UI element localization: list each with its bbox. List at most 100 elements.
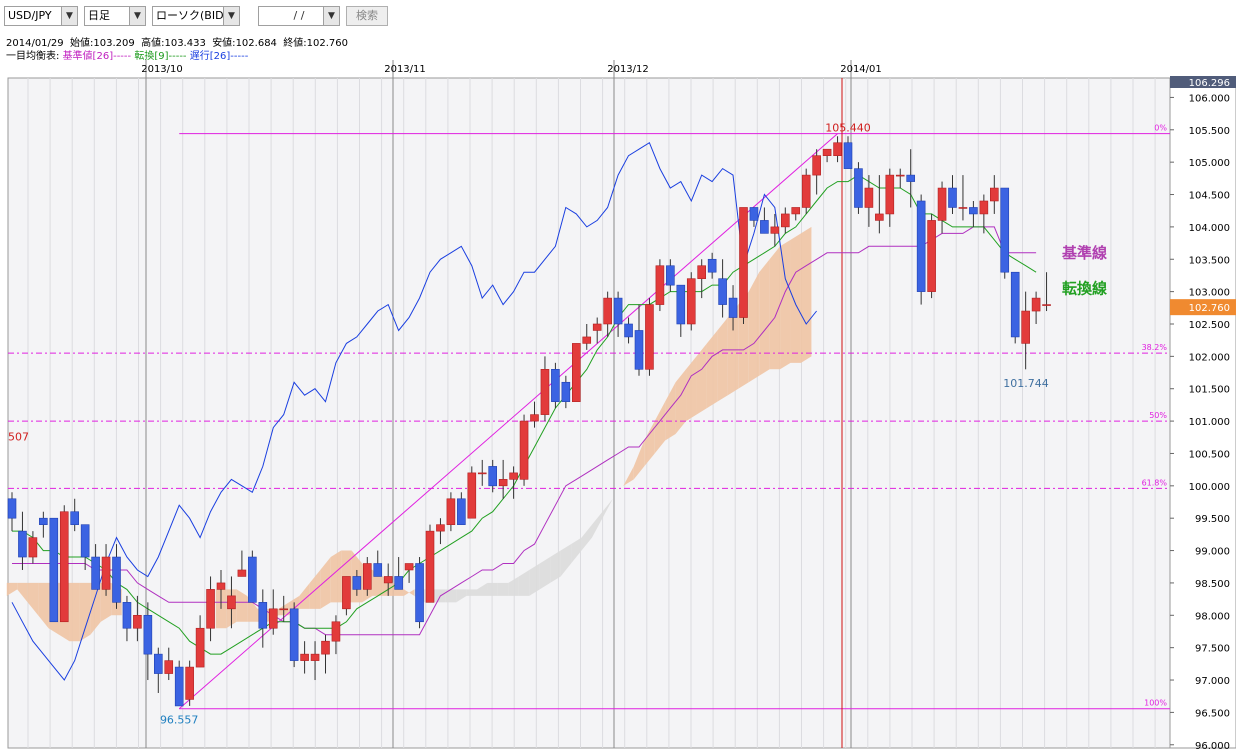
y-tick-label: 99.500 — [1195, 514, 1230, 525]
left-edge-label: 507 — [8, 431, 29, 444]
candle-up — [571, 343, 581, 402]
candle-up — [195, 627, 205, 668]
candle-up — [1021, 310, 1030, 344]
candle-down — [728, 297, 738, 318]
candle-down — [122, 602, 132, 629]
y-tick-label: 96.000 — [1195, 741, 1230, 751]
month-label: 2014/01 — [840, 64, 882, 75]
candle-down — [488, 466, 498, 487]
symbol-value: USD/JPY — [8, 9, 52, 22]
search-button[interactable]: 検索 — [346, 6, 388, 26]
chevron-down-icon[interactable]: ▼ — [129, 7, 145, 25]
y-tick-label: 104.500 — [1189, 191, 1230, 202]
candle-down — [289, 608, 299, 661]
candle-up — [237, 569, 247, 577]
candle-up — [979, 200, 989, 215]
candle-down — [154, 653, 163, 674]
candle-down — [969, 207, 978, 215]
ichimoku-chart[interactable]: 2013/10 2013/11 2013/12 2014/01 0% 38.2% 50% 61… — [0, 60, 1236, 752]
candle-up — [383, 576, 393, 584]
candle-up — [801, 174, 811, 208]
candle-down — [707, 258, 717, 273]
candle-down — [394, 576, 403, 590]
chart-type-select[interactable]: ローソク(BID) ▼ — [152, 6, 240, 26]
fib-level-label: 50% — [1149, 411, 1167, 420]
y-tick-label: 103.500 — [1189, 255, 1230, 266]
y-tick-label: 106.000 — [1189, 93, 1230, 104]
y-tick-label: 100.000 — [1189, 482, 1230, 493]
candle-down — [248, 556, 257, 603]
candle-up — [300, 653, 309, 661]
candle-up — [164, 660, 174, 674]
candle-up — [655, 265, 665, 305]
kumo-cloud-bull — [706, 330, 718, 409]
kumo-cloud-bull — [717, 317, 728, 402]
candle-down — [1010, 271, 1020, 338]
candle-up — [686, 278, 696, 325]
kumo-cloud-bull — [759, 259, 770, 376]
candle-up — [592, 323, 602, 331]
fib-level-label: 61.8% — [1142, 478, 1168, 487]
candle-up — [404, 563, 414, 571]
chart-area[interactable]: 2013/10 2013/11 2013/12 2014/01 0% 38.2% 50% 61… — [0, 60, 1236, 752]
symbol-select[interactable]: USD/JPY ▼ — [4, 6, 78, 26]
timeframe-select[interactable]: 日足 ▼ — [84, 6, 146, 26]
candle-down — [634, 330, 644, 370]
kijun-line-label: 基準線 — [1061, 244, 1107, 262]
candle-down — [613, 297, 623, 325]
candle-down — [174, 666, 184, 707]
candle-down — [948, 187, 957, 208]
kumo-cloud-bear — [487, 582, 498, 596]
candle-down — [373, 563, 383, 577]
candle-down — [561, 381, 571, 402]
candle-up — [697, 265, 707, 279]
candle-up — [645, 304, 654, 370]
candle-up — [227, 595, 236, 610]
low-annotation: 96.557 — [160, 714, 199, 727]
candle-up — [770, 226, 780, 234]
kumo-cloud-bear — [497, 582, 509, 596]
y-tick-label: 99.000 — [1195, 547, 1230, 558]
month-label: 2013/10 — [141, 64, 183, 75]
chevron-down-icon[interactable]: ▼ — [323, 7, 339, 25]
y-tick-label: 103.000 — [1189, 288, 1230, 299]
candle-down — [352, 576, 362, 590]
candle-up — [477, 472, 487, 475]
candle-up — [216, 582, 226, 590]
timeframe-value: 日足 — [88, 9, 110, 22]
kumo-cloud-bull — [748, 272, 760, 383]
candle-up — [268, 608, 278, 629]
kumo-cloud-bull — [69, 582, 80, 642]
candle-up — [185, 666, 194, 700]
candle-up — [28, 537, 38, 558]
candle-up — [206, 589, 215, 629]
candle-up — [321, 640, 330, 655]
month-label: 2013/12 — [607, 64, 649, 75]
y-tick-label: 98.000 — [1195, 611, 1230, 622]
candle-up — [436, 524, 445, 532]
chevron-down-icon[interactable]: ▼ — [61, 7, 77, 25]
current-price-label: 102.760 — [1189, 303, 1230, 314]
candle-up — [780, 213, 790, 228]
candle-up — [739, 207, 748, 318]
candle-down — [749, 207, 759, 221]
y-tick-label: 100.500 — [1189, 449, 1230, 460]
candle-down — [551, 369, 560, 402]
candle-up — [875, 213, 884, 221]
candle-up — [342, 576, 351, 610]
y-top-label: 106.296 — [1189, 78, 1230, 89]
date-input[interactable]: / / ▼ — [258, 6, 340, 26]
kumo-cloud-bull — [79, 582, 91, 642]
candle-down — [916, 200, 926, 292]
kumo-cloud-bull — [780, 239, 791, 370]
candle-up — [937, 187, 947, 221]
candle-up — [885, 174, 895, 215]
candle-down — [666, 265, 675, 286]
candle-down — [676, 284, 686, 325]
candle-up — [989, 187, 999, 202]
y-tick-label: 104.000 — [1189, 223, 1230, 234]
chevron-down-icon[interactable]: ▼ — [223, 7, 239, 25]
candle-up — [958, 207, 968, 209]
candle-up — [279, 608, 289, 611]
y-tick-label: 101.000 — [1189, 417, 1230, 428]
